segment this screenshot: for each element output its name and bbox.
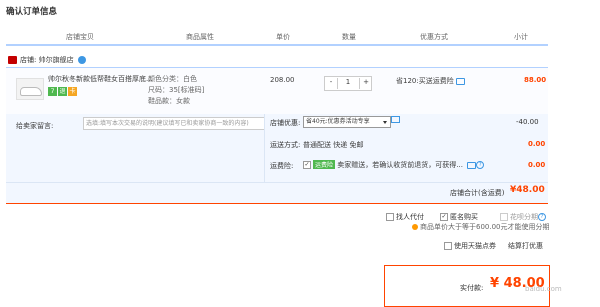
store-label: 店铺: xyxy=(20,56,37,64)
insurance-amount: 0.00 xyxy=(528,161,546,169)
header-price: 单价 xyxy=(276,33,290,41)
header-attrs: 商品属性 xyxy=(186,33,214,41)
help-icon[interactable]: ? xyxy=(476,161,485,169)
installment-option[interactable]: 花呗分期? xyxy=(500,212,546,222)
attr-style: 鞋品款：女款 xyxy=(148,97,190,105)
promo-text: 省120:买送运费险 xyxy=(396,77,454,85)
proxy-pay-label: 找人代付 xyxy=(396,213,424,221)
insurance-tag: 运费险 xyxy=(313,160,336,169)
qty-minus-button[interactable]: - xyxy=(325,78,338,89)
shop-icon xyxy=(8,56,17,64)
header-store-item: 店铺宝贝 xyxy=(66,33,94,41)
calc-link[interactable]: 结算打优惠 xyxy=(508,241,543,251)
discount-label: 店铺优惠: xyxy=(270,119,301,127)
divider xyxy=(264,114,265,182)
item-subtotal: 88.00 xyxy=(524,76,547,84)
discount-select[interactable]: 省40元:优惠券活动专享 xyxy=(303,116,391,128)
installment-note-text: 商品单价大于等于600.00元才能使用分期 xyxy=(420,223,550,231)
memo-input[interactable]: 选填:填写本次交易的说明(建议填写已和卖家协商一致的内容) xyxy=(83,117,265,130)
attr-color: 颜色分类：白色 xyxy=(148,75,197,83)
promo-info-icon[interactable] xyxy=(455,77,465,85)
proxy-pay-checkbox[interactable] xyxy=(386,213,394,221)
info-icon xyxy=(412,224,418,230)
insurance-chat-icon[interactable] xyxy=(467,161,477,169)
shipping-value: 普通配送 快递 免邮 xyxy=(303,141,364,149)
item-promo: 省120:买送运费险 xyxy=(396,76,465,86)
tmall-coupon-label: 使用天猫点券 xyxy=(454,242,496,250)
anonymous-option[interactable]: ✓ 匿名购买 xyxy=(440,212,478,222)
anonymous-label: 匿名购买 xyxy=(450,213,478,221)
insurance-text: 卖家赠送，若确认收货前退货，可获得... xyxy=(337,161,463,169)
qty-plus-button[interactable]: + xyxy=(359,78,372,89)
installment-help-icon[interactable]: ? xyxy=(538,213,546,221)
insurance-row: ✓ 运费险 卖家赠送，若确认收货前退货，可获得... ? xyxy=(303,160,485,170)
tmall-coupon-option[interactable]: 使用天猫点券 xyxy=(444,241,496,251)
header-promo: 优惠方式 xyxy=(420,33,448,41)
qty-input[interactable]: 1 xyxy=(338,78,358,86)
shipping-label: 运送方式: xyxy=(270,141,301,149)
discount-chat-icon[interactable] xyxy=(391,116,400,123)
insurance-checkbox[interactable]: ✓ xyxy=(303,161,311,169)
shipping-amount: 0.00 xyxy=(528,140,546,148)
installment-label: 花呗分期 xyxy=(510,213,538,221)
installment-checkbox[interactable] xyxy=(500,213,508,221)
installment-note: 商品单价大于等于600.00元才能使用分期 xyxy=(412,222,550,232)
table-header: 店铺宝贝 商品属性 单价 数量 优惠方式 小计 xyxy=(6,30,548,46)
store-total-value: ¥48.00 xyxy=(510,185,545,195)
header-qty: 数量 xyxy=(342,33,356,41)
tmall-coupon-checkbox[interactable] xyxy=(444,242,452,250)
insurance-label: 运费险: xyxy=(270,162,294,170)
product-name-link[interactable]: 帅尔秋冬新款低帮鞋女百搭厚底... xyxy=(48,74,153,84)
attr-size: 尺码：35[标准码] xyxy=(148,86,205,94)
divider-red xyxy=(6,203,548,204)
memo-label: 给卖家留言: xyxy=(16,122,54,130)
proxy-pay-option[interactable]: 找人代付 xyxy=(386,212,424,222)
unit-price: 208.00 xyxy=(270,76,295,84)
discount-amount: -40.00 xyxy=(516,118,539,126)
product-thumbnail[interactable] xyxy=(16,78,44,100)
header-subtotal: 小计 xyxy=(514,33,528,41)
watermark: baidu.com xyxy=(525,285,562,293)
seven-day-return-icon: 7 xyxy=(48,87,57,96)
store-row: 店铺: 帅尔旗舰店 xyxy=(8,55,86,65)
quantity-stepper: - 1 + xyxy=(324,76,372,91)
card-badge-icon: 卡 xyxy=(68,87,77,96)
anonymous-checkbox[interactable]: ✓ xyxy=(440,213,448,221)
store-total-label: 店铺合计(含运费) xyxy=(450,189,505,197)
chat-icon[interactable] xyxy=(77,56,86,64)
store-name-link[interactable]: 帅尔旗舰店 xyxy=(39,56,74,64)
page-title: 确认订单信息 xyxy=(6,7,58,17)
payment-label: 实付款: xyxy=(460,284,484,292)
return-badge-icon: 退 xyxy=(58,87,67,96)
